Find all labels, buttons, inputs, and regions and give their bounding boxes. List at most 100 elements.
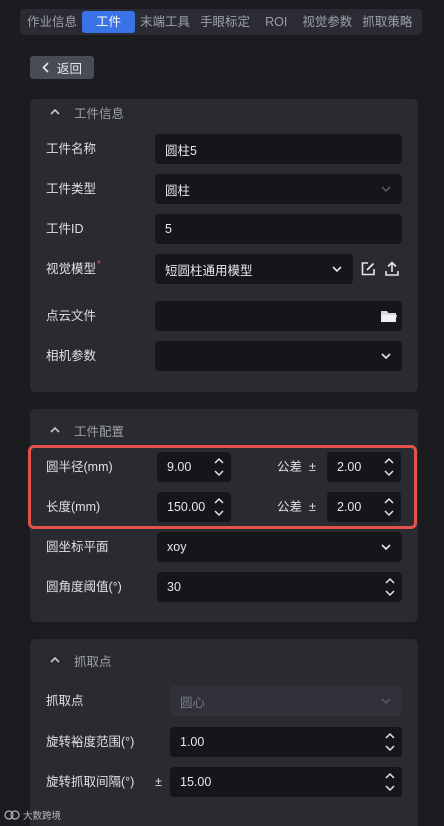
grab-point-select[interactable]: 圆心 xyxy=(170,686,402,716)
model-select[interactable]: 短圆柱通用模型 xyxy=(155,254,353,284)
folder-icon[interactable] xyxy=(380,308,398,324)
angle-value: 30 xyxy=(167,580,181,594)
plane-value: xoy xyxy=(167,540,187,554)
chevron-down-icon xyxy=(381,353,391,360)
length-tolerance-label: 公差 xyxy=(277,500,303,514)
chevron-left-icon xyxy=(42,62,49,73)
id-label: 工件ID xyxy=(46,222,84,236)
camera-row: 相机参数 xyxy=(30,341,418,371)
plane-label: 圆坐标平面 xyxy=(46,540,109,554)
rotation-interval-sign: ± xyxy=(155,775,162,789)
upload-icon[interactable] xyxy=(383,260,401,278)
tab-hand-eye-calibration[interactable]: 手眼标定 xyxy=(195,11,255,33)
length-value: 150.00 xyxy=(167,500,206,514)
rotation-interval-label: 旋转抓取间隔(°) xyxy=(46,775,135,789)
rotation-interval-row: 旋转抓取间隔(°) ± 15.00 xyxy=(30,767,418,797)
stepper-icon[interactable] xyxy=(384,771,396,793)
stepper-icon[interactable] xyxy=(384,731,396,753)
stepper-icon[interactable] xyxy=(383,456,395,478)
workpiece-config-title: 工件配置 xyxy=(74,424,125,439)
tab-job-info[interactable]: 作业信息 xyxy=(22,11,82,33)
model-label-text: 视觉模型 xyxy=(46,262,97,276)
chevron-down-icon xyxy=(381,544,391,551)
name-input[interactable]: 圆柱5 xyxy=(155,134,402,164)
workpiece-config-header[interactable]: 工件配置 xyxy=(30,417,418,443)
name-label: 工件名称 xyxy=(46,142,97,156)
model-value: 短圆柱通用模型 xyxy=(165,263,253,278)
model-label: 视觉模型* xyxy=(46,254,101,284)
tab-vision-params[interactable]: 视觉参数 xyxy=(297,11,357,33)
back-button[interactable]: 返回 xyxy=(30,56,94,79)
camera-select[interactable] xyxy=(155,341,402,371)
id-row: 工件ID 5 xyxy=(30,214,418,244)
workpiece-info-panel: 工件信息 工件名称 圆柱5 工件类型 圆柱 工件ID 5 视觉模型* 短圆柱通用… xyxy=(30,99,418,392)
type-label: 工件类型 xyxy=(46,182,97,196)
grab-point-header[interactable]: 抓取点 xyxy=(30,647,418,673)
tab-end-tool[interactable]: 末端工具 xyxy=(135,11,195,33)
chevron-down-icon xyxy=(332,266,342,273)
app-root: 作业信息 工件 末端工具 手眼标定 ROI 视觉参数 抓取策略 返回 工件信息 … xyxy=(0,0,444,826)
back-label: 返回 xyxy=(56,62,82,76)
grab-point-title: 抓取点 xyxy=(74,654,112,669)
radius-label: 圆半径(mm) xyxy=(46,460,113,474)
type-select[interactable]: 圆柱 xyxy=(155,174,402,204)
type-row: 工件类型 圆柱 xyxy=(30,174,418,204)
tab-grab-strategy[interactable]: 抓取策略 xyxy=(357,11,417,33)
name-row: 工件名称 圆柱5 xyxy=(30,134,418,164)
plane-row: 圆坐标平面 xoy xyxy=(30,532,418,562)
chevron-down-icon xyxy=(381,698,391,705)
grab-point-panel: 抓取点 抓取点 圆心 旋转裕度范围(°) 1.00 旋转抓取间隔(°) ± 15… xyxy=(30,639,418,826)
type-value: 圆柱 xyxy=(165,183,191,198)
chevron-up-icon xyxy=(50,108,60,115)
stepper-icon[interactable] xyxy=(383,496,395,518)
radius-tolerance-sign: ± xyxy=(309,460,316,474)
workpiece-config-panel: 工件配置 圆半径(mm) 9.00 公差 ± 2.00 长度(mm) 150.0… xyxy=(30,409,418,622)
chevron-up-icon xyxy=(50,656,60,663)
watermark: 大数跨境 xyxy=(4,808,61,822)
radius-tolerance-label: 公差 xyxy=(277,460,303,474)
id-value: 5 xyxy=(165,222,172,236)
workpiece-info-header[interactable]: 工件信息 xyxy=(30,99,418,125)
pointcloud-label: 点云文件 xyxy=(46,309,97,323)
plane-select[interactable]: xoy xyxy=(157,532,402,562)
length-row: 长度(mm) 150.00 公差 ± 2.00 xyxy=(30,492,418,522)
angle-input[interactable]: 30 xyxy=(157,572,402,602)
pointcloud-row: 点云文件 xyxy=(30,301,418,331)
model-row: 视觉模型* 短圆柱通用模型 xyxy=(30,254,418,284)
rotation-range-value: 1.00 xyxy=(180,735,205,749)
stepper-icon[interactable] xyxy=(384,576,396,598)
length-tolerance-sign: ± xyxy=(309,500,316,514)
rotation-range-row: 旋转裕度范围(°) 1.00 xyxy=(30,727,418,757)
rotation-interval-input[interactable]: 15.00 xyxy=(170,767,402,797)
camera-label: 相机参数 xyxy=(46,349,97,363)
grab-point-value: 圆心 xyxy=(180,695,206,710)
rotation-interval-value: 15.00 xyxy=(180,775,212,789)
watermark-logo-icon xyxy=(4,810,20,820)
workpiece-info-title: 工件信息 xyxy=(74,106,125,121)
radius-input[interactable]: 9.00 xyxy=(157,452,231,482)
name-value: 圆柱5 xyxy=(165,143,197,158)
length-label: 长度(mm) xyxy=(46,500,101,514)
grab-point-row: 抓取点 圆心 xyxy=(30,686,418,716)
id-input[interactable]: 5 xyxy=(155,214,402,244)
rotation-range-input[interactable]: 1.00 xyxy=(170,727,402,757)
required-mark: * xyxy=(97,259,101,270)
tab-workpiece[interactable]: 工件 xyxy=(82,11,136,33)
length-tolerance-input[interactable]: 2.00 xyxy=(327,492,401,522)
chevron-down-icon xyxy=(381,186,391,193)
radius-tolerance-input[interactable]: 2.00 xyxy=(327,452,401,482)
tab-bar: 作业信息 工件 末端工具 手眼标定 ROI 视觉参数 抓取策略 xyxy=(20,9,422,35)
chevron-up-icon xyxy=(50,426,60,433)
angle-row: 圆角度阈值(°) 30 xyxy=(30,572,418,602)
radius-row: 圆半径(mm) 9.00 公差 ± 2.00 xyxy=(30,452,418,482)
tab-roi[interactable]: ROI xyxy=(255,11,297,33)
length-input[interactable]: 150.00 xyxy=(157,492,231,522)
watermark-text: 大数跨境 xyxy=(23,811,62,822)
angle-label: 圆角度阈值(°) xyxy=(46,580,122,594)
grab-point-label: 抓取点 xyxy=(46,694,84,708)
rotation-range-label: 旋转裕度范围(°) xyxy=(46,735,135,749)
stepper-icon[interactable] xyxy=(213,496,225,518)
stepper-icon[interactable] xyxy=(213,456,225,478)
pointcloud-input[interactable] xyxy=(155,301,402,331)
edit-icon[interactable] xyxy=(359,260,377,278)
